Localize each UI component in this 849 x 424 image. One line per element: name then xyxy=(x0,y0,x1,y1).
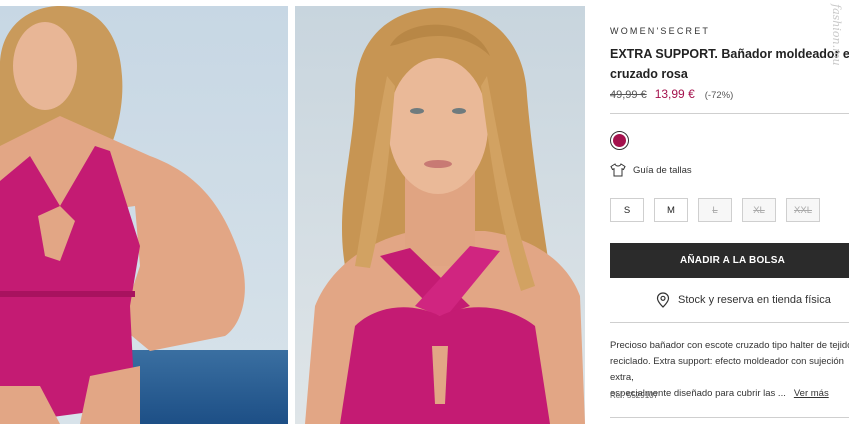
store-stock-link[interactable]: Stock y reserva en tienda física xyxy=(656,292,831,308)
add-to-bag-button[interactable]: AÑADIR A LA BOLSA xyxy=(610,243,849,278)
product-info-panel: WOMEN'SECRET EXTRA SUPPORT. Bañador mold… xyxy=(610,0,849,424)
size-guide-label: Guía de tallas xyxy=(633,164,692,176)
price-row: 49,99 € 13,99 € (-72%) xyxy=(610,87,733,101)
size-guide-link[interactable]: Guía de tallas xyxy=(610,163,692,177)
discount-badge: (-72%) xyxy=(704,90,734,101)
product-title: EXTRA SUPPORT. Bañador moldeador escote … xyxy=(610,44,849,84)
store-stock-label: Stock y reserva en tienda física xyxy=(678,294,831,306)
divider xyxy=(610,113,849,114)
product-image-2[interactable] xyxy=(295,6,585,424)
divider xyxy=(610,322,849,323)
old-price: 49,99 € xyxy=(610,89,647,101)
model-photo-closeup xyxy=(295,6,585,424)
product-image-1[interactable] xyxy=(0,6,288,424)
brand-name: WOMEN'SECRET xyxy=(610,26,711,36)
watermark-text: fashion.mu xyxy=(830,4,843,66)
description-line-2: reciclado. Extra support: efecto moldead… xyxy=(610,356,844,383)
location-pin-icon xyxy=(656,292,670,308)
tshirt-icon xyxy=(610,163,626,177)
product-reference: Ref. 5529107 xyxy=(610,391,659,400)
product-title-line-1: EXTRA SUPPORT. Bañador moldeador escote xyxy=(610,47,849,61)
read-more-link[interactable]: Ver más xyxy=(794,388,829,399)
product-title-line-2: cruzado rosa xyxy=(610,67,688,81)
size-option-m[interactable]: M xyxy=(654,198,688,222)
size-option-l[interactable]: L xyxy=(698,198,732,222)
divider xyxy=(610,417,849,418)
description-line-1: Precioso bañador con escote cruzado tipo… xyxy=(610,340,849,351)
size-option-xxl[interactable]: XXL xyxy=(786,198,820,222)
model-photo-full-body xyxy=(0,6,288,424)
size-option-s[interactable]: S xyxy=(610,198,644,222)
color-swatch-rosa[interactable] xyxy=(610,131,629,150)
sale-price: 13,99 € xyxy=(654,87,695,101)
color-swatch-fill xyxy=(613,134,626,147)
size-selector: S M L XL XXL xyxy=(610,198,820,222)
size-option-xl[interactable]: XL xyxy=(742,198,776,222)
